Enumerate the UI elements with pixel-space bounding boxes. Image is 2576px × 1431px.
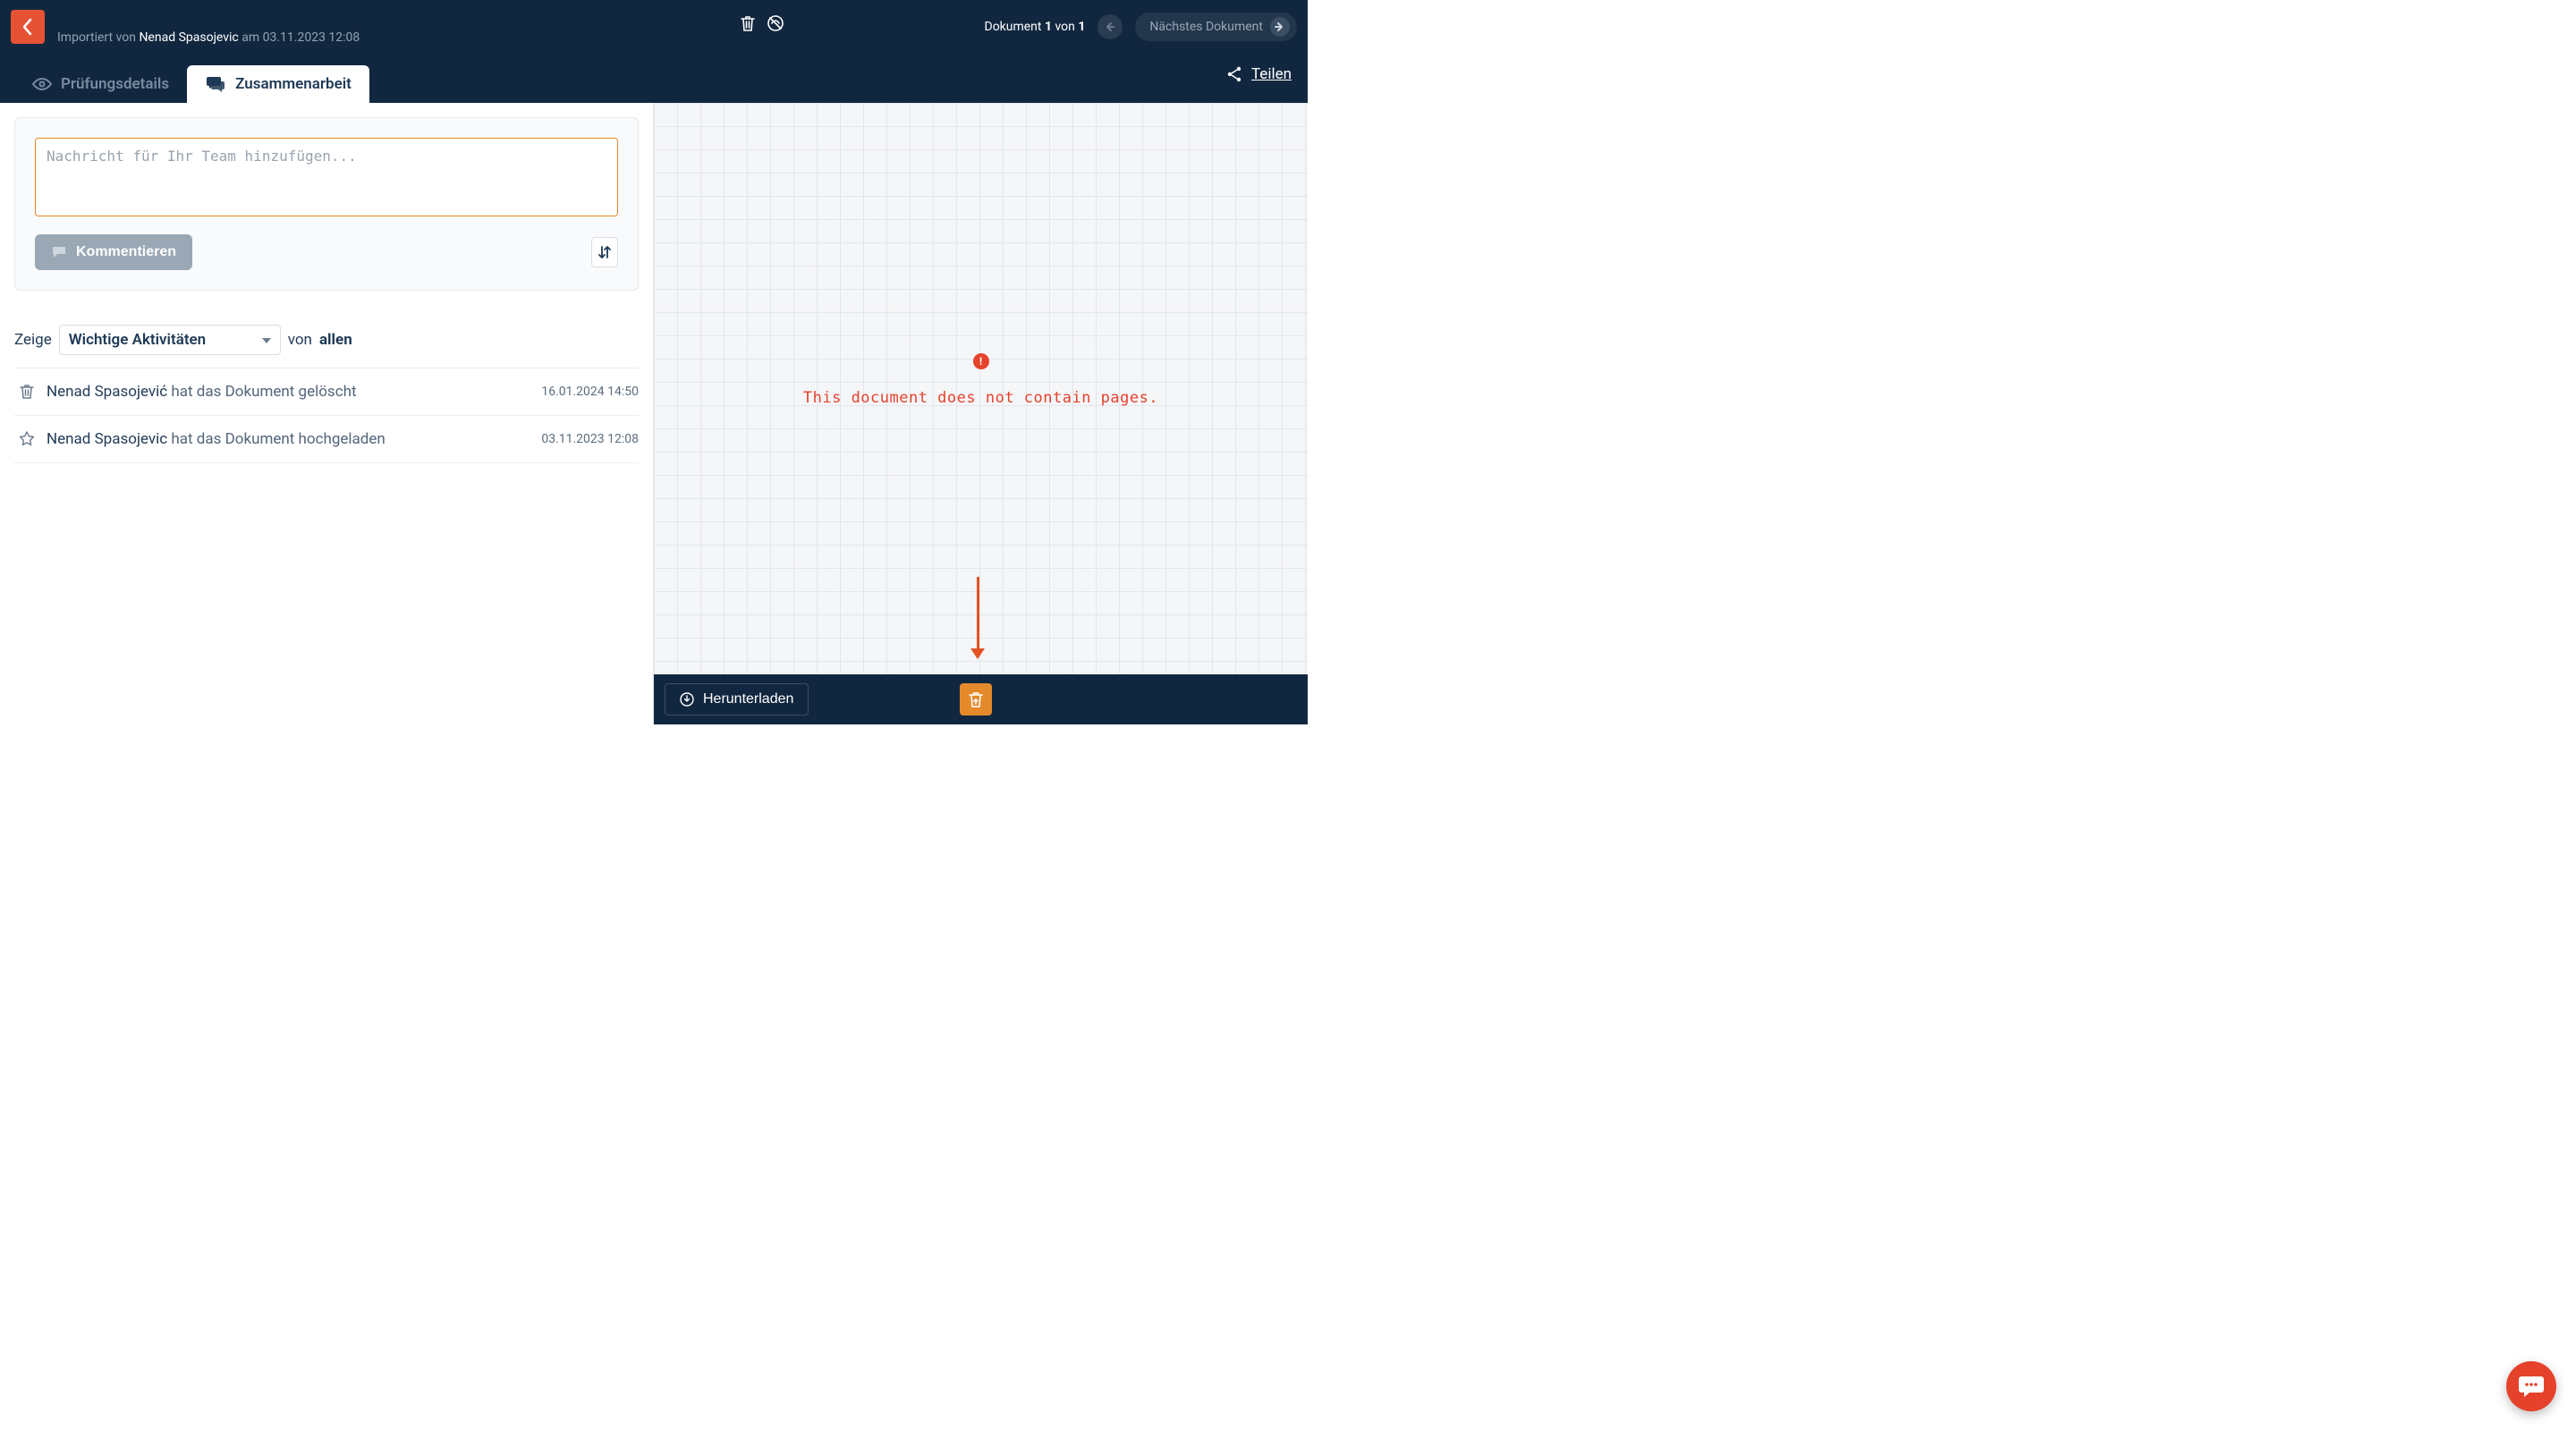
tab-collaboration[interactable]: Zusammenarbeit [187,65,369,103]
comment-icon [51,245,67,259]
collaboration-pane: Kommentieren Zeige Wichtige Aktivitäten … [0,103,653,724]
document-pane: ! This document does not contain pages. … [653,103,1308,724]
eye-icon [32,77,52,91]
doc-count: Dokument 1 von 1 [985,20,1086,34]
comment-box: Kommentieren [14,117,639,291]
activity-text: Nenad Spasojevic hat das Dokument hochge… [47,430,541,448]
filter-from-label: von [288,331,312,349]
doc-nav: Dokument 1 von 1 Nächstes Dokument [985,0,1298,53]
activity-row: Nenad Spasojevic hat das Dokument hochge… [14,416,639,463]
document-title-input[interactable] [57,9,719,29]
filter-who[interactable]: allen [319,331,352,349]
doc-actions [740,14,784,32]
activity-time: 16.01.2024 14:50 [541,385,639,399]
restore-button[interactable] [960,683,992,716]
activity-list: Nenad Spasojević hat das Dokument gelösc… [14,368,639,463]
star-outline-icon [14,431,39,447]
arrow-right-icon [1270,17,1290,37]
document-error: ! This document does not contain pages. [654,351,1308,407]
comment-input[interactable] [35,138,618,216]
chevron-left-icon [21,18,34,36]
trash-icon [14,384,39,400]
prev-doc-button[interactable] [1097,14,1123,39]
author-link[interactable]: Nenad Spasojevic [139,30,238,45]
chat-bubble-icon [2518,1374,2545,1399]
download-button[interactable]: Herunterladen [665,683,809,716]
document-toolbar: Herunterladen [654,674,1308,724]
back-button[interactable] [11,10,45,44]
next-doc-button[interactable]: Nächstes Dokument [1135,13,1297,41]
annotation-arrow [970,577,985,659]
error-icon: ! [973,353,989,369]
activity-text: Nenad Spasojević hat das Dokument gelösc… [47,383,541,401]
share-link[interactable]: Teilen [1226,65,1292,83]
import-subtitle: Importiert von Nenad Spasojevic am 03.11… [57,30,719,45]
topbar: Importiert von Nenad Spasojevic am 03.11… [0,0,1308,53]
share-icon [1226,66,1242,82]
filter-show-label: Zeige [14,331,52,349]
document-viewer: ! This document does not contain pages. [654,103,1308,674]
error-text: This document does not contain pages. [654,389,1308,407]
arrow-left-icon [1104,21,1116,33]
tabbar: Prüfungsdetails Zusammenarbeit Teilen [0,53,1308,103]
comment-submit-button[interactable]: Kommentieren [35,234,192,270]
activity-type-dropdown[interactable]: Wichtige Aktivitäten [59,325,281,355]
main: Kommentieren Zeige Wichtige Aktivitäten … [0,103,1308,724]
download-icon [680,692,694,707]
activity-row: Nenad Spasojević hat das Dokument gelösc… [14,368,639,416]
sort-icon [597,244,612,260]
activity-time: 03.11.2023 12:08 [541,432,639,446]
trash-icon[interactable] [740,14,756,32]
comments-icon [205,75,226,93]
title-block: Importiert von Nenad Spasojevic am 03.11… [57,9,719,45]
restore-trash-icon [968,690,984,708]
activity-filter: Zeige Wichtige Aktivitäten von allen [14,325,639,368]
sort-button[interactable] [591,237,618,267]
unpublish-icon[interactable] [767,14,784,32]
tab-details[interactable]: Prüfungsdetails [14,65,187,103]
chat-fab[interactable] [2506,1361,2556,1411]
